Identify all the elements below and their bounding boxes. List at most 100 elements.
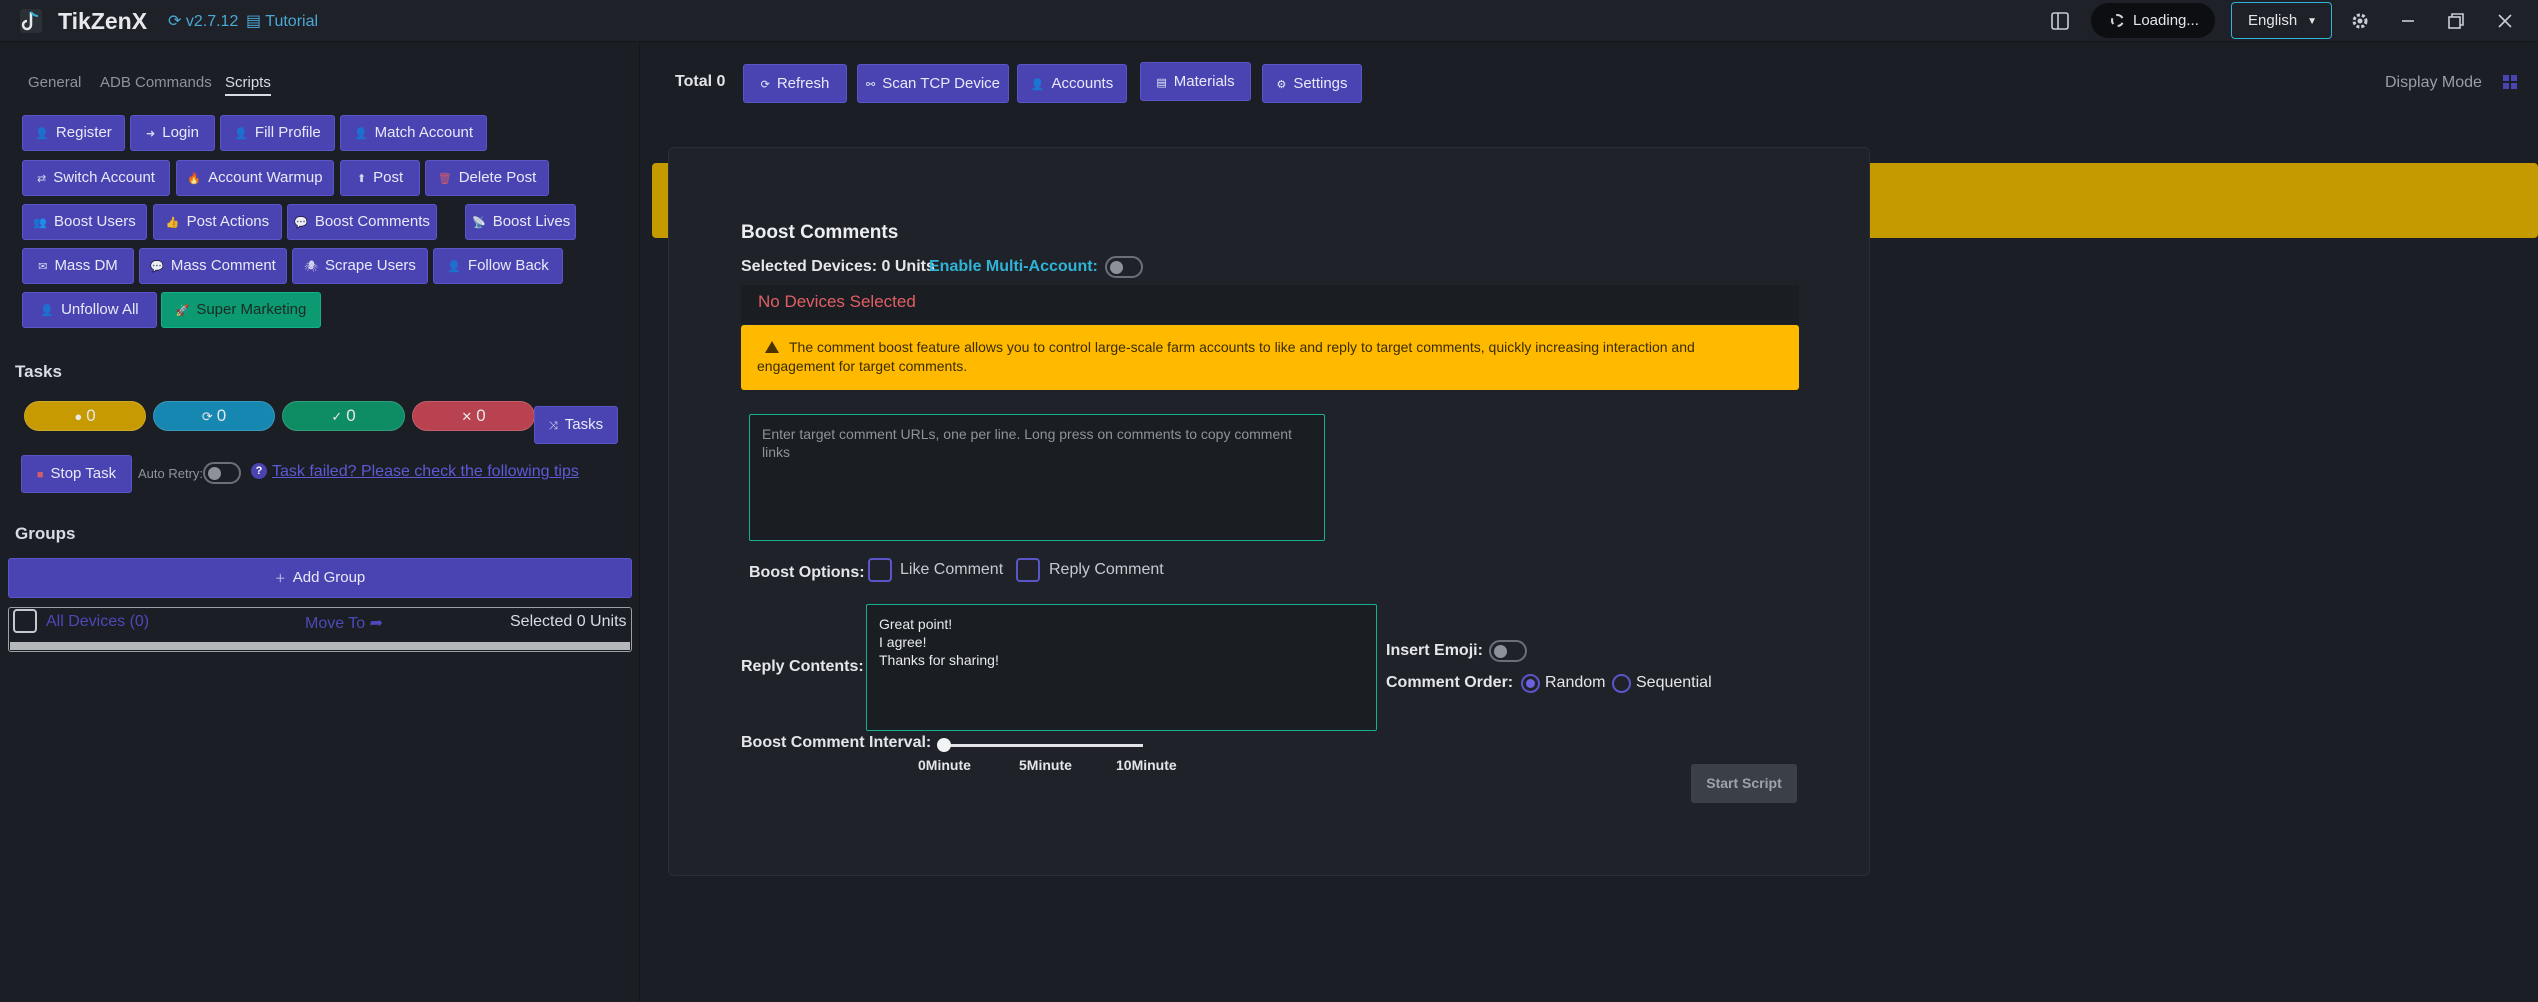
- tab-general[interactable]: General: [28, 74, 81, 91]
- boost-lives-button[interactable]: 📡 Boost Lives: [465, 204, 576, 240]
- title-bar: TikZenX ⟳ v2.7.12 ▤ Tutorial Loading... …: [0, 0, 2538, 42]
- unfollow-all-button[interactable]: 👤 Unfollow All: [22, 292, 157, 328]
- all-devices-checkbox[interactable]: [13, 609, 37, 633]
- all-devices-label[interactable]: All Devices (0): [46, 613, 149, 631]
- user-edit-icon: 👤: [234, 128, 248, 140]
- thumbs-up-icon: 👍: [165, 217, 180, 229]
- fill-profile-button[interactable]: 👤 Fill Profile: [220, 115, 335, 151]
- spinner-icon: ⟳: [201, 409, 213, 424]
- no-devices-message: No Devices Selected: [741, 285, 1799, 324]
- sequential-radio[interactable]: [1612, 674, 1631, 693]
- boost-lives-label: Boost Lives: [492, 213, 571, 230]
- display-mode-label: Display Mode: [2385, 74, 2482, 91]
- accounts-button[interactable]: 👤 Accounts: [1017, 64, 1127, 103]
- refresh-button[interactable]: ⟳ Refresh: [743, 64, 847, 103]
- tab-scripts[interactable]: Scripts: [225, 74, 271, 96]
- rocket-icon: 🚀: [175, 305, 190, 317]
- check-icon: ✓: [331, 409, 343, 424]
- login-icon: ➜: [146, 128, 156, 140]
- boost-users-label: Boost Users: [54, 213, 136, 230]
- version-link[interactable]: ⟳ v2.7.12: [168, 11, 238, 31]
- settings-button[interactable]: ⚙ Settings: [1262, 64, 1362, 103]
- like-comment-label: Like Comment: [900, 561, 1004, 578]
- mass-dm-button[interactable]: ✉ Mass DM: [22, 248, 134, 284]
- failed-tasks-badge[interactable]: ✕ 0: [412, 401, 535, 431]
- stop-icon: ■: [36, 469, 44, 481]
- boost-comments-label: Boost Comments: [314, 213, 430, 230]
- info-alert: The comment boost feature allows you to …: [741, 325, 1799, 390]
- random-label: Random: [1545, 674, 1606, 691]
- start-script-button[interactable]: Start Script: [1691, 764, 1797, 803]
- language-select[interactable]: English ▼: [2231, 2, 2332, 39]
- gear-icon: ⚙: [1276, 79, 1287, 91]
- boost-users-button[interactable]: 👥 Boost Users: [22, 204, 147, 240]
- swap-icon: ⇄: [37, 173, 47, 185]
- interval-slider-thumb[interactable]: [937, 738, 951, 752]
- user-follow-icon: 👤: [447, 261, 461, 273]
- tasks-button[interactable]: ⤨ Tasks: [534, 406, 618, 444]
- comment-urls-input[interactable]: Enter target comment URLs, one per line.…: [749, 414, 1325, 541]
- login-label: Login: [162, 124, 199, 141]
- trash-icon: 🗑: [437, 173, 452, 185]
- super-marketing-button[interactable]: 🚀 Super Marketing: [161, 292, 321, 328]
- scrape-users-button[interactable]: 🕷 Scrape Users: [292, 248, 428, 284]
- auto-retry-toggle[interactable]: [203, 462, 241, 484]
- stop-task-label: Stop Task: [50, 465, 117, 482]
- account-warmup-button[interactable]: 🔥 Account Warmup: [176, 160, 334, 196]
- add-group-button[interactable]: ＋ Add Group: [8, 558, 632, 598]
- app-name: TikZenX: [58, 8, 148, 34]
- tutorial-link[interactable]: ▤ Tutorial: [246, 11, 318, 31]
- restore-icon[interactable]: [2445, 10, 2467, 32]
- live-icon: 📡: [472, 217, 486, 229]
- fire-icon: 🔥: [187, 173, 202, 185]
- grid-icon[interactable]: [2502, 74, 2518, 90]
- comment-icon: 💬: [150, 261, 164, 273]
- scan-tcp-button[interactable]: ⚯ Scan TCP Device: [857, 64, 1009, 103]
- follow-back-button[interactable]: 👤 Follow Back: [433, 248, 563, 284]
- alert-text-line1: The comment boost feature allows you to …: [789, 339, 1695, 355]
- switch-account-label: Switch Account: [53, 169, 155, 186]
- task-help-link[interactable]: Task failed? Please check the following …: [272, 463, 579, 481]
- match-account-label: Match Account: [374, 124, 474, 141]
- mass-comment-button[interactable]: 💬 Mass Comment: [139, 248, 287, 284]
- user-check-icon: 👤: [353, 128, 368, 140]
- post-button[interactable]: ⬆ Post: [340, 160, 420, 196]
- register-button[interactable]: 👤 Register: [22, 115, 125, 151]
- reply-comment-checkbox[interactable]: [1016, 558, 1040, 582]
- materials-button[interactable]: ▤ Materials: [1140, 62, 1251, 101]
- version-text: v2.7.12: [185, 13, 239, 30]
- x-icon: ✕: [461, 409, 473, 424]
- insert-emoji-label: Insert Emoji:: [1386, 642, 1483, 659]
- sidebar-layout-icon[interactable]: [2049, 10, 2071, 32]
- insert-emoji-toggle[interactable]: [1489, 640, 1527, 662]
- pending-tasks-badge[interactable]: ● 0: [24, 401, 146, 431]
- gear-icon[interactable]: [2349, 10, 2371, 32]
- post-actions-button[interactable]: 👍 Post Actions: [153, 204, 282, 240]
- running-tasks-badge[interactable]: ⟳ 0: [153, 401, 275, 431]
- multi-account-toggle[interactable]: [1105, 256, 1143, 278]
- tab-adb-commands[interactable]: ADB Commands: [100, 74, 212, 91]
- random-radio[interactable]: [1521, 674, 1540, 693]
- reply-contents-input[interactable]: Great point! I agree! Thanks for sharing…: [866, 604, 1377, 731]
- super-marketing-label: Super Marketing: [196, 301, 307, 318]
- language-value: English: [2248, 12, 2298, 29]
- tasks-title: Tasks: [15, 362, 62, 381]
- boost-comments-button[interactable]: 💬 Boost Comments: [287, 204, 437, 240]
- match-account-button[interactable]: 👤 Match Account: [340, 115, 487, 151]
- login-button[interactable]: ➜ Login: [130, 115, 215, 151]
- success-tasks-badge[interactable]: ✓ 0: [282, 401, 405, 431]
- like-comment-checkbox[interactable]: [868, 558, 892, 582]
- refresh-label: Refresh: [776, 75, 830, 92]
- group-scrollbar[interactable]: [10, 642, 630, 650]
- message-icon: ✉: [38, 261, 48, 273]
- add-group-label: Add Group: [292, 569, 366, 586]
- enable-multi-account-label: Enable Multi-Account:: [929, 258, 1098, 275]
- interval-slider-track[interactable]: [944, 744, 1143, 747]
- close-icon[interactable]: [2494, 10, 2516, 32]
- switch-account-button[interactable]: ⇄ Switch Account: [22, 160, 170, 196]
- delete-post-button[interactable]: 🗑 Delete Post: [425, 160, 549, 196]
- minimize-icon[interactable]: [2397, 10, 2419, 32]
- move-to-link[interactable]: Move To ➦: [305, 613, 383, 633]
- share-arrow-icon: ➦: [369, 615, 384, 632]
- stop-task-button[interactable]: ■ Stop Task: [21, 455, 132, 493]
